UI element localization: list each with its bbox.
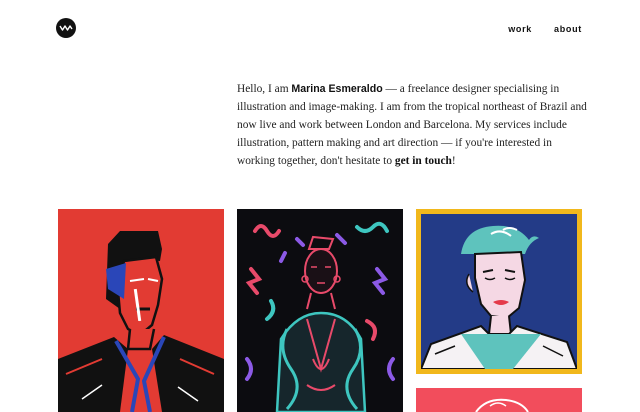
nav-about-link[interactable]: about (554, 24, 582, 34)
pink-portrait-illustration (475, 398, 529, 412)
main-nav: work about (508, 24, 582, 34)
blue-portrait-illustration (421, 225, 577, 369)
nav-work-link[interactable]: work (508, 24, 532, 34)
red-portrait-illustration (58, 231, 224, 412)
neon-portrait-illustration (245, 221, 395, 412)
get-in-touch-link[interactable]: get in touch (395, 155, 452, 167)
intro-paragraph: Hello, I am Marina Esmeraldo — a freelan… (237, 80, 589, 170)
portfolio-tile-blue-portrait[interactable] (416, 209, 582, 374)
logo[interactable] (56, 18, 76, 38)
portfolio-tile-pink-portrait[interactable] (416, 388, 582, 412)
designer-name: Marina Esmeraldo (291, 83, 383, 95)
portfolio-tile-neon-portrait[interactable] (237, 209, 403, 412)
intro-end: ! (451, 155, 456, 167)
intro-greeting: Hello, I am (237, 83, 292, 95)
portfolio-tile-red-portrait[interactable] (58, 209, 224, 412)
wave-logo-icon (59, 25, 73, 31)
